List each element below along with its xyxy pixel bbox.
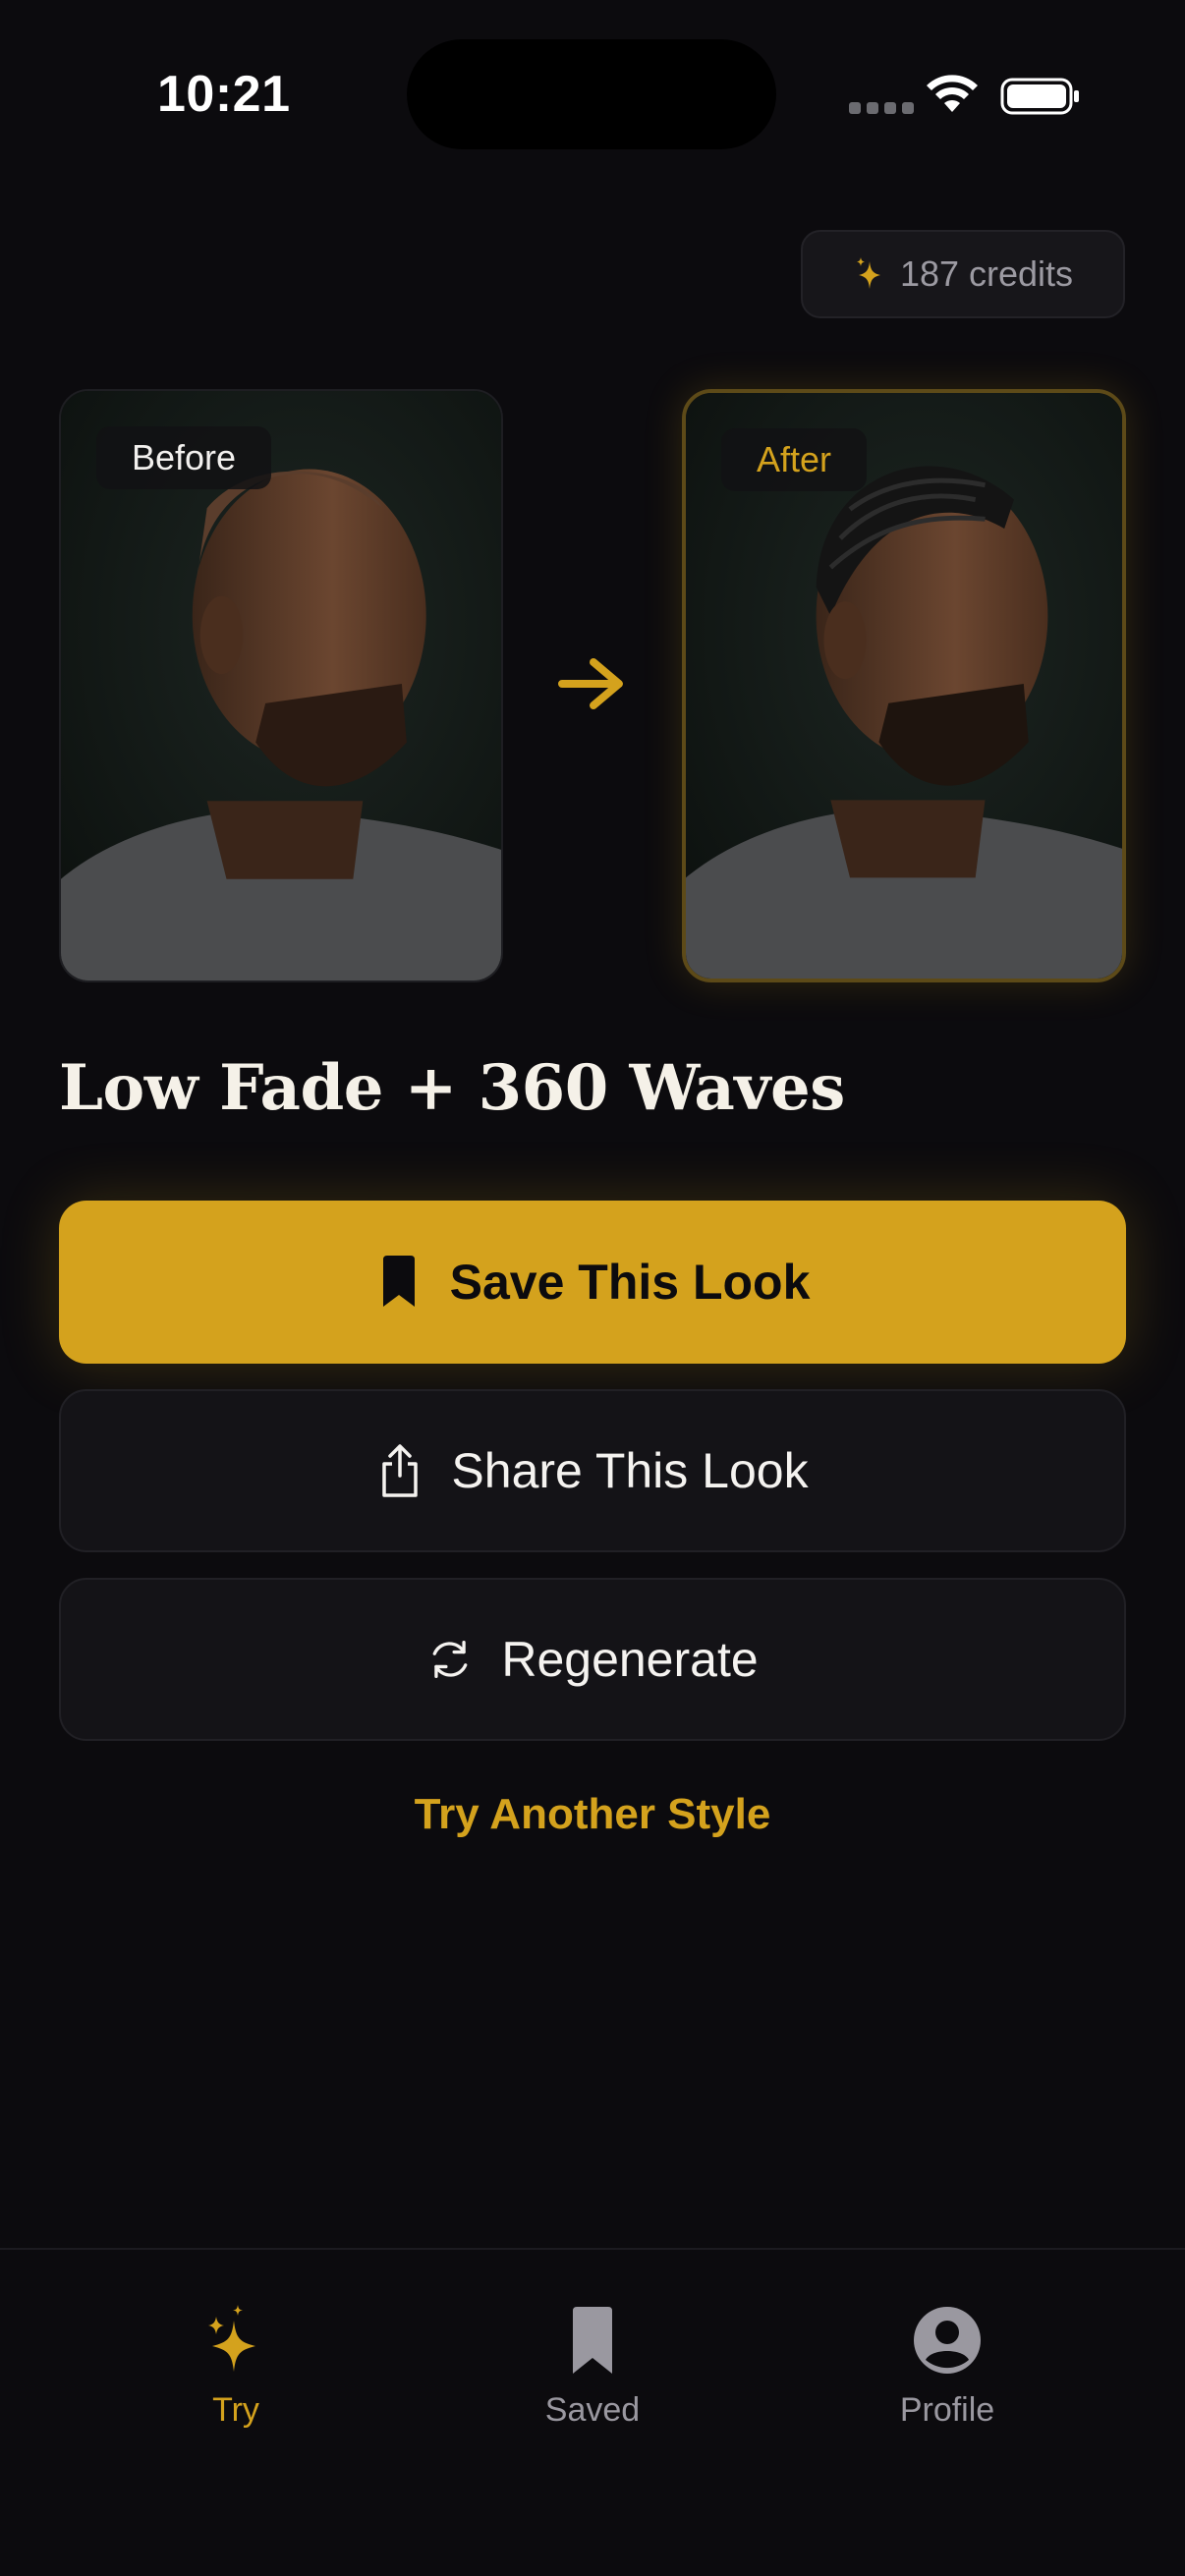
status-time: 10:21 <box>157 66 291 123</box>
after-label: After <box>721 428 868 491</box>
regenerate-label: Regenerate <box>501 1632 759 1687</box>
sparkles-icon <box>208 2305 255 2372</box>
share-icon <box>382 1444 419 1497</box>
battery-icon <box>1000 78 1079 115</box>
tab-saved-label: Saved <box>544 2391 641 2429</box>
sparkle-icon <box>856 257 880 289</box>
share-look-label: Share This Look <box>451 1443 809 1498</box>
wifi-icon <box>927 75 978 112</box>
tab-try-label: Try <box>212 2391 259 2429</box>
tab-bar: Try Saved Profile <box>0 2248 1185 2576</box>
cellular-signal-icon <box>849 102 914 114</box>
bookmark-icon <box>573 2307 612 2374</box>
save-look-button[interactable]: Save This Look <box>59 1201 1126 1364</box>
tab-try[interactable]: Try <box>88 2250 383 2430</box>
dynamic-island <box>407 39 776 149</box>
share-look-button[interactable]: Share This Look <box>59 1389 1126 1552</box>
style-title: Low Fade + 360 Waves <box>59 1051 845 1125</box>
tab-profile-label: Profile <box>899 2391 995 2429</box>
after-photo[interactable]: After <box>682 389 1126 982</box>
before-label: Before <box>96 426 272 489</box>
arrow-right-icon <box>558 658 623 709</box>
person-circle-icon <box>914 2307 981 2374</box>
tab-profile[interactable]: Profile <box>800 2250 1095 2430</box>
tab-saved[interactable]: Saved <box>445 2250 740 2430</box>
bookmark-icon <box>382 1256 415 1307</box>
save-look-label: Save This Look <box>449 1255 811 1310</box>
before-photo[interactable]: Before <box>59 389 503 982</box>
refresh-icon <box>432 1640 468 1679</box>
credits-badge[interactable]: 187 credits <box>801 230 1125 318</box>
try-another-style-link[interactable]: Try Another Style <box>0 1790 1185 1839</box>
credits-count: 187 credits <box>899 253 1074 294</box>
regenerate-button[interactable]: Regenerate <box>59 1578 1126 1741</box>
